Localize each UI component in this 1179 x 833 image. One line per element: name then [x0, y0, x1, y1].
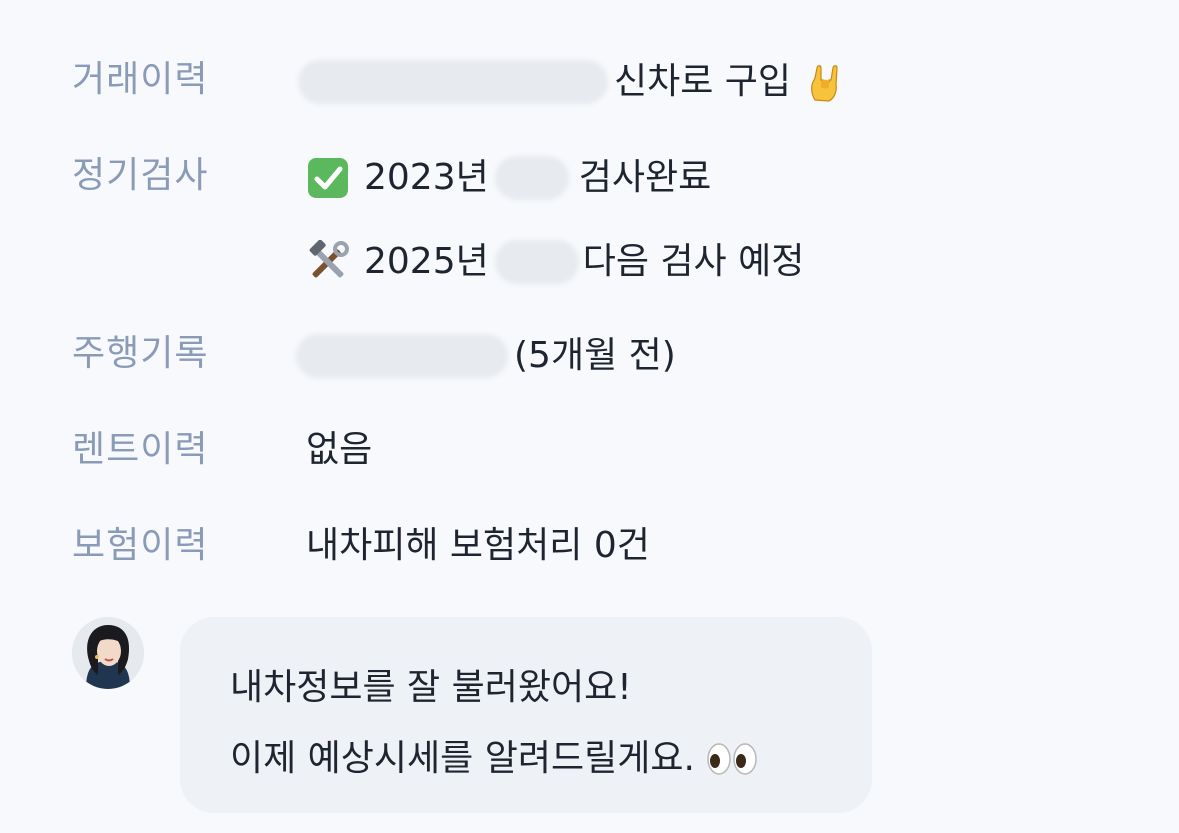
eyes-icon: [705, 737, 759, 781]
insurance-history-row: 보험이력 내차피해 보험처리 0건: [0, 518, 1179, 574]
rental-history-row: 렌트이력 없음: [0, 422, 1179, 478]
redacted-block: [494, 156, 569, 200]
inspection-next-value: 2025년 다음 검사 예정: [306, 240, 804, 284]
driving-record-text: (5개월 전): [514, 335, 676, 376]
inspection-next-status: 다음 검사 예정: [582, 241, 805, 282]
driving-record-value: (5개월 전): [296, 334, 676, 378]
inspection-done-value: 2023년 검사완료: [306, 156, 711, 200]
redacted-block: [298, 60, 608, 104]
avatar: [72, 617, 144, 689]
trade-history-label: 거래이력: [72, 59, 209, 100]
trade-history-value: 신차로 구입: [298, 60, 847, 104]
driving-record-row: 주행기록 (5개월 전): [0, 326, 1179, 382]
inspection-row: 정기검사 2023년 검사완료: [0, 148, 1179, 204]
redacted-block: [296, 334, 508, 378]
rental-history-value: 없음: [306, 429, 373, 470]
chat-message-line-2-text: 이제 예상시세를 알려드릴게요.: [230, 738, 695, 779]
inspection-next-row: 2025년 다음 검사 예정: [0, 232, 1179, 288]
check-mark-button-icon: [306, 156, 350, 200]
inspection-done-year: 2023년: [364, 157, 489, 198]
insurance-history-label: 보험이력: [72, 525, 209, 566]
rental-history-label: 렌트이력: [72, 429, 209, 470]
hammer-and-wrench-icon: [306, 240, 350, 284]
sign-of-horns-icon: [803, 60, 847, 104]
chat-bubble: 내차정보를 잘 불러왔어요! 이제 예상시세를 알려드릴게요.: [180, 617, 872, 813]
inspection-label: 정기검사: [72, 155, 209, 196]
trade-history-row: 거래이력 신차로 구입: [0, 52, 1179, 108]
inspection-done-status: 검사완료: [578, 157, 712, 198]
redacted-block: [494, 240, 579, 284]
trade-history-text: 신차로 구입: [614, 61, 792, 102]
chat-message-line-2: 이제 예상시세를 알려드릴게요.: [230, 737, 759, 781]
chat-message-line-1: 내차정보를 잘 불러왔어요!: [230, 667, 632, 708]
driving-record-label: 주행기록: [72, 333, 209, 374]
inspection-next-year: 2025년: [364, 241, 489, 282]
insurance-history-value: 내차피해 보험처리 0건: [306, 525, 650, 566]
